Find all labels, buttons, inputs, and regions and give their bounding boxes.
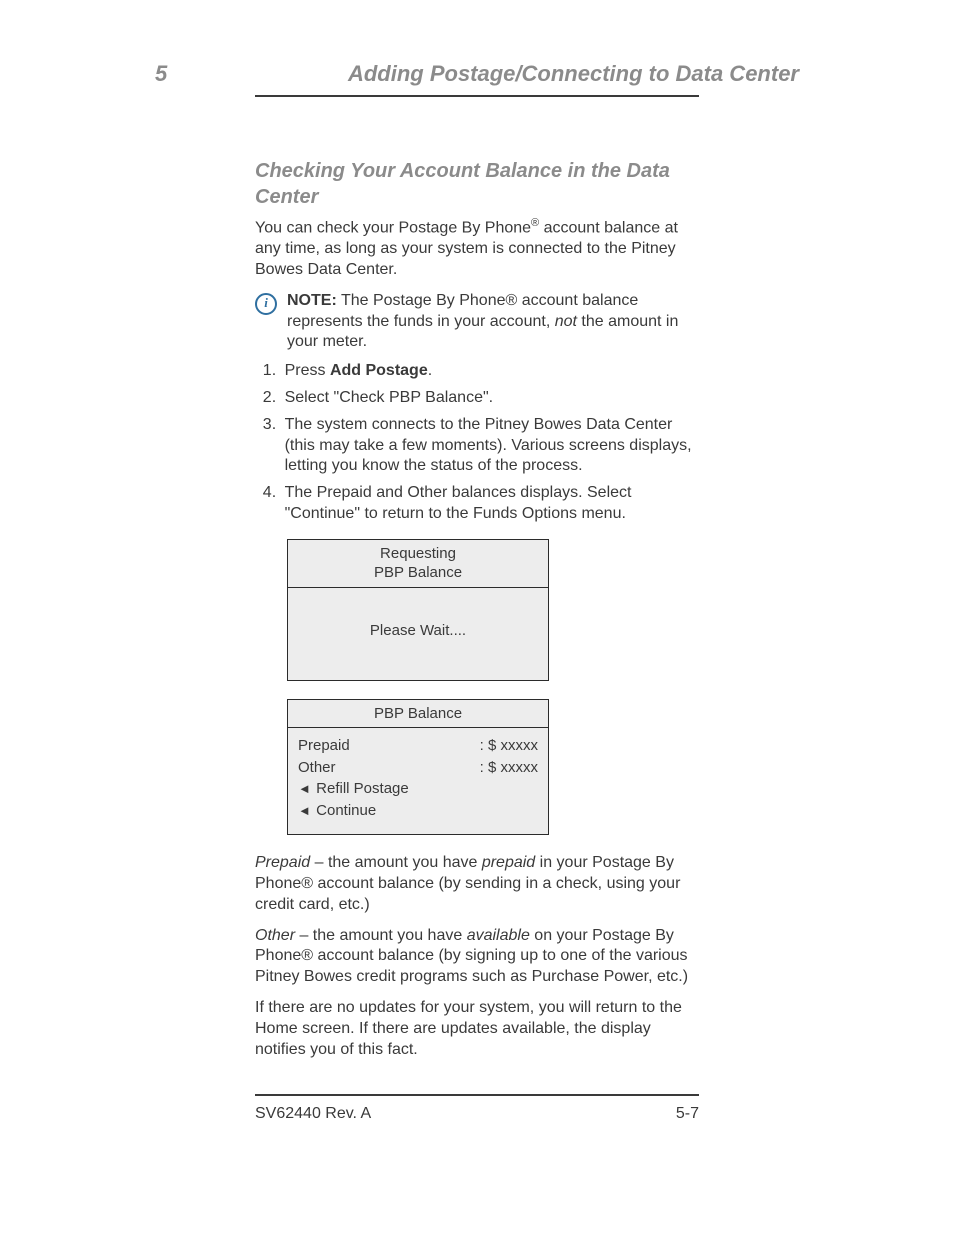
steps-list: Press Add Postage. Select "Check PBP Bal… (255, 361, 699, 525)
screen2-item-refill: Refill Postage (312, 780, 409, 797)
footer-product: SV62440 Rev. A (255, 1104, 371, 1125)
def-other-a: – the amount you have (295, 927, 467, 944)
step-1a: Press (285, 362, 330, 379)
screen2-row2-value: : $ xxxxx (480, 758, 538, 778)
def-prepaid-ital: prepaid (482, 854, 535, 871)
screen1-header-line2: PBP Balance (294, 563, 542, 583)
triangle-left-icon: ◄ (298, 803, 312, 820)
screen2-row1-label: Prepaid (298, 736, 350, 756)
info-icon: i (255, 293, 277, 315)
intro-paragraph: You can check your Postage By Phone® acc… (255, 216, 699, 281)
chapter-number: 5 (155, 60, 167, 89)
def-other-label: Other (255, 927, 295, 944)
footer-page: 5-7 (676, 1104, 699, 1125)
note-label: NOTE: (287, 292, 337, 309)
header-rule (255, 95, 699, 97)
step-3: The system connects to the Pitney Bowes … (281, 415, 699, 477)
def-other-ital: available (467, 927, 530, 944)
screen2-item-continue: Continue (312, 802, 376, 819)
definitions: Prepaid – the amount you have prepaid in… (255, 853, 699, 988)
def-prepaid-a: – the amount you have (310, 854, 482, 871)
screen2-header: PBP Balance (294, 704, 542, 724)
screen2-row2-label: Other (298, 758, 336, 778)
note-italic: not (555, 313, 577, 330)
section-heading: Checking Your Account Balance in the Dat… (255, 158, 699, 210)
chapter-title: Adding Postage/Connecting to Data Center (348, 60, 799, 89)
step-2: Select "Check PBP Balance". (281, 388, 699, 409)
step-1: Press Add Postage. (281, 361, 699, 382)
intro-text-1: You can check your Postage By Phone (255, 219, 531, 236)
screen-pbp-balance: PBP Balance Prepaid : $ xxxxx Other : $ … (287, 699, 549, 836)
note-block: i NOTE: The Postage By Phone® account ba… (255, 291, 699, 353)
step-4: The Prepaid and Other balances displays.… (281, 483, 699, 525)
screen1-body: Please Wait.... (370, 621, 466, 641)
step-1-button: Add Postage (330, 362, 428, 379)
def-prepaid-label: Prepaid (255, 854, 310, 871)
triangle-left-icon: ◄ (298, 781, 312, 798)
registered-mark: ® (531, 217, 539, 229)
step-1c: . (428, 362, 432, 379)
screen-requesting: Requesting PBP Balance Please Wait.... (287, 539, 549, 681)
screen2-row1-value: : $ xxxxx (480, 736, 538, 756)
closing-paragraph: If there are no updates for your system,… (255, 998, 699, 1060)
screen1-header-line1: Requesting (294, 544, 542, 564)
